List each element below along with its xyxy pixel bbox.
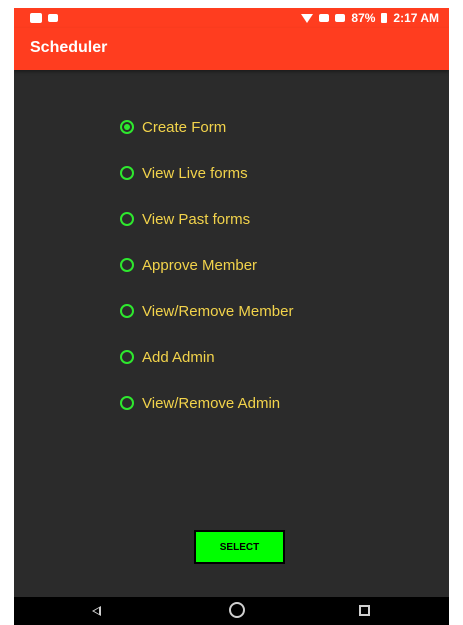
- cellular-icon: [319, 14, 330, 22]
- option-view-remove-member[interactable]: View/Remove Member: [120, 288, 293, 334]
- cellular-signal-icon: [335, 14, 346, 22]
- option-approve-member[interactable]: Approve Member: [120, 242, 293, 288]
- radio-icon[interactable]: [120, 120, 134, 134]
- notification-image-icon: [48, 14, 58, 22]
- options-radio-group: Create Form View Live forms View Past fo…: [120, 104, 293, 426]
- radio-icon[interactable]: [120, 304, 134, 318]
- notification-app-icon: [30, 13, 42, 23]
- navigation-bar: [14, 597, 449, 625]
- radio-icon[interactable]: [120, 166, 134, 180]
- option-label: Add Admin: [142, 348, 215, 366]
- battery-percentage: 87%: [351, 11, 376, 25]
- home-icon[interactable]: [229, 602, 245, 618]
- option-label: View Live forms: [142, 164, 248, 182]
- app-bar: Scheduler: [14, 28, 449, 70]
- phone-screen: 87% 2:17 AM Scheduler Create Form View L…: [14, 8, 449, 625]
- option-label: View Past forms: [142, 210, 251, 228]
- radio-icon[interactable]: [120, 212, 134, 226]
- radio-icon[interactable]: [120, 350, 134, 364]
- radio-icon[interactable]: [120, 396, 134, 410]
- back-icon[interactable]: [92, 606, 101, 616]
- recent-apps-icon[interactable]: [359, 605, 370, 616]
- status-left-icons: [30, 13, 58, 23]
- status-bar: 87% 2:17 AM: [14, 8, 449, 28]
- option-label: View/Remove Member: [142, 302, 294, 320]
- radio-icon[interactable]: [120, 258, 134, 272]
- option-view-past-forms[interactable]: View Past forms: [120, 196, 293, 242]
- select-button[interactable]: SELECT: [194, 530, 285, 564]
- app-title: Scheduler: [30, 39, 108, 56]
- battery-icon: [381, 13, 388, 23]
- option-label: View/Remove Admin: [142, 394, 281, 412]
- status-time: 2:17 AM: [393, 11, 439, 25]
- option-label: Create Form: [142, 118, 227, 136]
- option-label: Approve Member: [142, 256, 258, 274]
- option-view-live-forms[interactable]: View Live forms: [120, 150, 293, 196]
- option-add-admin[interactable]: Add Admin: [120, 334, 293, 380]
- option-create-form[interactable]: Create Form: [120, 104, 293, 150]
- status-right: 87% 2:17 AM: [301, 11, 439, 25]
- wifi-icon: [301, 13, 314, 23]
- option-view-remove-admin[interactable]: View/Remove Admin: [120, 380, 293, 426]
